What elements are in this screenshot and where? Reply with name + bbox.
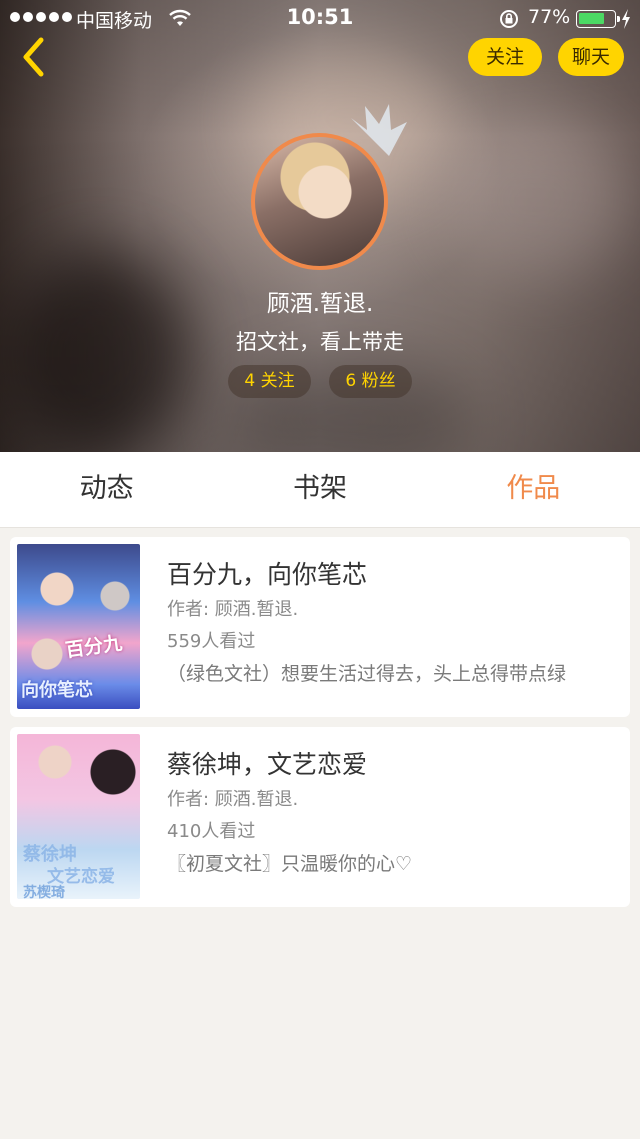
work-author: 作者: 顾酒.暂退. bbox=[167, 789, 299, 810]
fans-count-button[interactable]: 6 粉丝 bbox=[329, 365, 412, 398]
work-item[interactable]: 百分九 向你笔芯 百分九，向你笔芯 作者: 顾酒.暂退. 559人看过 （绿色文… bbox=[10, 537, 630, 717]
status-bar: 中国移动 10:51 77% bbox=[0, 0, 640, 40]
follow-button[interactable]: 关注 bbox=[468, 38, 542, 76]
back-button[interactable] bbox=[14, 34, 54, 80]
crown-icon bbox=[351, 104, 407, 156]
work-title: 蔡徐坤，文艺恋爱 bbox=[167, 750, 368, 779]
following-count-button[interactable]: 4 关注 bbox=[228, 365, 311, 398]
battery-percentage: 77% bbox=[528, 6, 571, 28]
rotation-lock-icon bbox=[500, 10, 518, 28]
charging-bolt-icon bbox=[622, 9, 630, 29]
user-name: 顾酒.暂退. bbox=[266, 291, 374, 317]
profile-header: 中国移动 10:51 77% 关注 聊天 顾酒.暂退. 招文社，看上带走 4 关… bbox=[0, 0, 640, 452]
chevron-left-icon bbox=[23, 37, 44, 77]
work-views: 410人看过 bbox=[167, 821, 256, 842]
chat-button[interactable]: 聊天 bbox=[558, 38, 624, 76]
book-cover: 百分九 向你笔芯 bbox=[17, 544, 140, 709]
work-author: 作者: 顾酒.暂退. bbox=[167, 599, 299, 620]
profile-tabs: 动态 书架 作品 bbox=[0, 452, 640, 528]
cover-text: 百分九 bbox=[63, 632, 124, 662]
tab-works[interactable]: 作品 bbox=[427, 452, 640, 527]
work-views: 559人看过 bbox=[167, 631, 256, 652]
work-item[interactable]: 蔡徐坤 文艺恋爱 苏楔琦 蔡徐坤，文艺恋爱 作者: 顾酒.暂退. 410人看过 … bbox=[10, 727, 630, 907]
work-description: 〖初夏文社〗只温暖你的心♡ bbox=[167, 853, 413, 875]
battery-icon bbox=[576, 10, 620, 28]
tab-bookshelf[interactable]: 书架 bbox=[213, 452, 426, 527]
user-motto: 招文社，看上带走 bbox=[236, 330, 404, 354]
work-description: （绿色文社）想要生活过得去，头上总得带点绿 bbox=[167, 663, 567, 685]
cover-text: 苏楔琦 bbox=[23, 885, 65, 899]
tab-feed[interactable]: 动态 bbox=[0, 452, 213, 527]
cover-text: 向你笔芯 bbox=[21, 680, 93, 701]
book-cover: 蔡徐坤 文艺恋爱 苏楔琦 bbox=[17, 734, 140, 899]
work-title: 百分九，向你笔芯 bbox=[167, 560, 368, 589]
